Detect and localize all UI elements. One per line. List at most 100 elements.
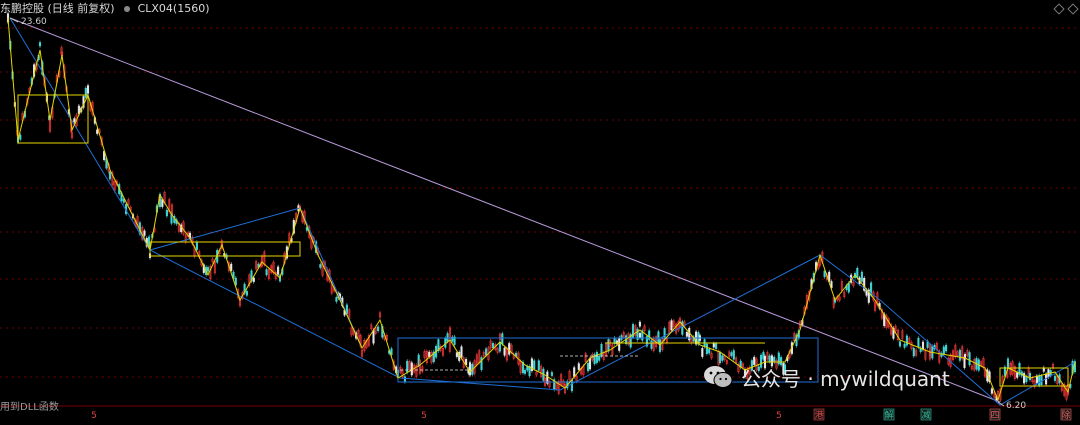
candle <box>206 267 210 272</box>
candle <box>730 352 733 357</box>
candle <box>860 271 863 282</box>
candle <box>968 352 971 366</box>
candle <box>898 341 902 347</box>
watermark: 公众号 · mywildquant <box>703 362 950 392</box>
candle <box>468 362 472 376</box>
long-trendline <box>9 17 1001 403</box>
watermark-text: 公众号 · mywildquant <box>741 366 950 391</box>
event-marker: 减 <box>921 409 930 421</box>
event-marker: 5 <box>91 411 97 421</box>
candle <box>768 355 771 362</box>
candle <box>1028 372 1032 380</box>
price-chart: 23.60 6.20 5 5 5 港 解 减 四 除 <box>0 11 1080 421</box>
event-marker: 除 <box>1061 409 1070 421</box>
candle <box>503 347 506 356</box>
low-price-label: 6.20 <box>1006 401 1026 411</box>
candle <box>921 341 925 350</box>
candle <box>523 370 527 374</box>
candle <box>942 346 945 355</box>
candle <box>73 118 76 123</box>
candle <box>715 343 718 349</box>
candle <box>195 241 198 250</box>
candle <box>335 297 338 302</box>
footer-note: 用到DLL函数 <box>0 402 59 413</box>
candle <box>550 372 553 376</box>
candle <box>701 348 704 357</box>
candle <box>945 345 948 352</box>
candle <box>573 367 576 377</box>
candle <box>108 171 112 180</box>
candle <box>403 376 406 383</box>
candle <box>670 320 673 331</box>
candle <box>1038 375 1041 386</box>
candle <box>638 321 641 327</box>
candle <box>265 269 268 276</box>
zigzag-line <box>7 17 1076 402</box>
candle <box>903 343 906 348</box>
candle <box>588 358 592 370</box>
candle <box>38 42 42 47</box>
candle <box>732 350 735 360</box>
candle <box>598 355 601 361</box>
candle <box>917 337 920 348</box>
candle <box>143 230 146 236</box>
candle <box>577 363 580 370</box>
candle <box>245 290 248 296</box>
candle <box>685 332 688 337</box>
candle <box>498 341 501 352</box>
candle <box>372 330 375 344</box>
indicator-name: CLX04(1560) <box>137 2 210 15</box>
candle <box>638 332 642 338</box>
candle <box>230 263 233 271</box>
high-price-label: 23.60 <box>21 17 47 27</box>
candle <box>84 87 87 98</box>
candle <box>586 363 590 372</box>
candle <box>1025 376 1028 383</box>
candle <box>526 366 529 371</box>
candle <box>252 277 255 282</box>
candle <box>1006 358 1010 369</box>
indicator-dot <box>124 6 131 12</box>
event-marker: 港 <box>814 409 823 421</box>
candle <box>96 129 99 134</box>
candle <box>856 267 859 278</box>
candle <box>508 343 511 355</box>
candle <box>537 360 540 371</box>
candle <box>446 333 449 342</box>
candle <box>19 134 22 140</box>
candle <box>990 388 993 394</box>
candle <box>705 343 708 354</box>
candle <box>165 209 168 217</box>
candle <box>905 335 908 346</box>
chart-header: 东鹏控股 (日线 前复权) CLX04(1560) <box>0 1 210 17</box>
candle <box>847 282 850 293</box>
candle <box>86 85 90 94</box>
candle <box>485 348 488 356</box>
candle <box>912 347 915 357</box>
candle <box>277 266 280 275</box>
candle <box>377 326 380 332</box>
candle <box>721 355 724 361</box>
candle <box>491 343 495 349</box>
event-marker: 5 <box>776 411 782 421</box>
candle <box>455 352 458 357</box>
stock-title: 东鹏控股 (日线 前复权) <box>0 2 115 15</box>
candle <box>501 333 504 345</box>
candle <box>428 351 431 357</box>
candle <box>319 264 322 268</box>
event-marker: 5 <box>421 411 427 421</box>
candle <box>406 360 409 373</box>
candle <box>533 360 536 370</box>
chart-area[interactable]: 23.60 6.20 5 5 5 港 解 减 四 除 <box>0 0 1080 421</box>
candle <box>595 352 598 363</box>
candle <box>410 362 413 376</box>
candle <box>600 343 603 357</box>
candle <box>460 346 463 358</box>
candle <box>1016 372 1019 378</box>
candle <box>712 343 715 348</box>
event-marker: 解 <box>884 409 893 421</box>
wechat-icon <box>704 366 733 388</box>
candle <box>1053 375 1057 381</box>
candle <box>958 349 961 361</box>
candle <box>708 349 711 354</box>
